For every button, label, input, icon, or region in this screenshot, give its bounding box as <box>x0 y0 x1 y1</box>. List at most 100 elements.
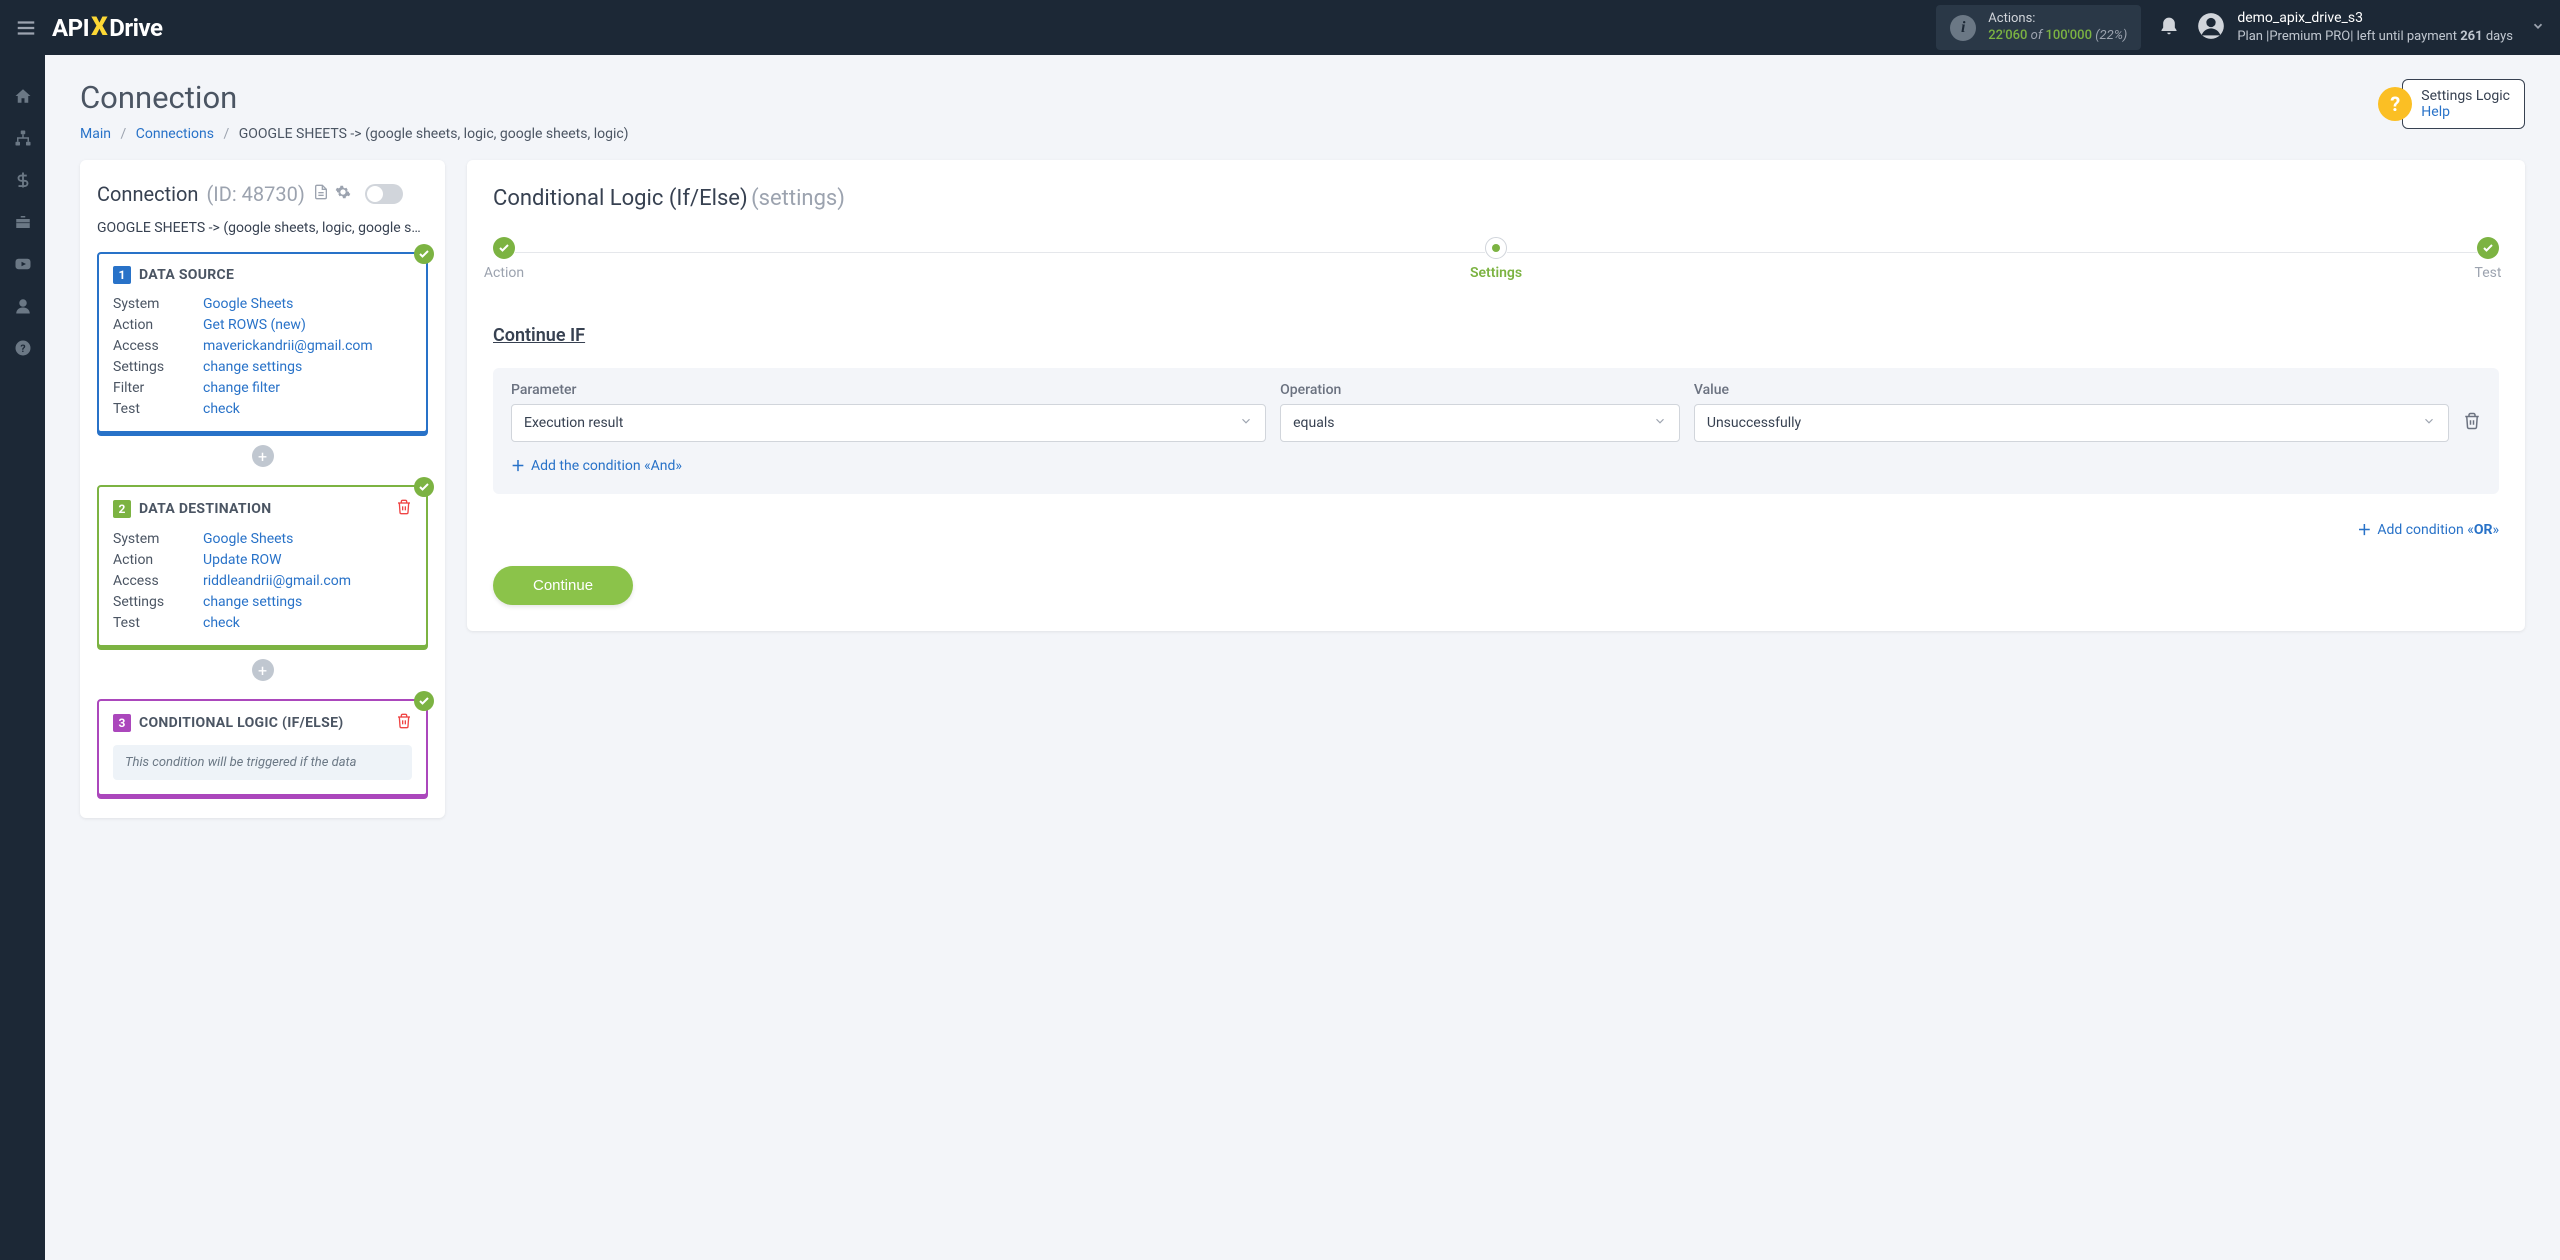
step-label: Settings <box>1470 265 1522 281</box>
logo-prefix: API <box>52 14 89 42</box>
avatar-icon <box>2197 12 2225 44</box>
current-step-icon <box>1485 237 1507 259</box>
action-link[interactable]: Get ROWS (new) <box>203 317 306 333</box>
data-source-block: 1 DATA SOURCE SystemGoogle Sheets Action… <box>97 252 428 433</box>
bell-icon[interactable] <box>2159 16 2179 40</box>
step-action[interactable]: Action <box>493 237 515 267</box>
settings-link[interactable]: change settings <box>203 359 302 375</box>
block-row: ActionGet ROWS (new) <box>113 317 412 333</box>
parameter-select[interactable]: Execution result <box>511 404 1266 442</box>
system-link[interactable]: Google Sheets <box>203 296 293 312</box>
access-link[interactable]: maverickandrii@gmail.com <box>203 338 373 354</box>
filter-link[interactable]: change filter <box>203 380 280 396</box>
page-title: Connection <box>80 79 629 116</box>
settings-link[interactable]: change settings <box>203 594 302 610</box>
continue-button[interactable]: Continue <box>493 566 633 605</box>
sidebar-briefcase-icon[interactable] <box>0 201 45 243</box>
block-row: Settingschange settings <box>113 594 412 610</box>
connection-panel-title: Connection <box>97 182 198 206</box>
value-select[interactable]: Unsuccessfully <box>1694 404 2449 442</box>
actions-counter[interactable]: i Actions: 22'060 of 100'000 (22%) <box>1936 5 2141 51</box>
check-icon <box>2477 237 2499 259</box>
plus-icon: ＋ <box>2357 520 2371 540</box>
logo-suffix: Drive <box>109 14 162 42</box>
value-value: Unsuccessfully <box>1707 415 1801 431</box>
block-row: SystemGoogle Sheets <box>113 296 412 312</box>
connection-subtitle: GOOGLE SHEETS -> (google sheets, logic, … <box>97 220 428 236</box>
block-note: This condition will be triggered if the … <box>113 745 412 780</box>
block-number: 2 <box>113 500 131 518</box>
breadcrumb-connections[interactable]: Connections <box>136 126 214 142</box>
block-row: Filterchange filter <box>113 380 412 396</box>
block-title: DATA DESTINATION <box>139 501 271 517</box>
block-row: Accessmaverickandrii@gmail.com <box>113 338 412 354</box>
add-or-label: Add condition «OR» <box>2377 522 2499 538</box>
add-or-button[interactable]: ＋ Add condition «OR» <box>2357 520 2499 540</box>
breadcrumb-main[interactable]: Main <box>80 126 111 142</box>
action-link[interactable]: Update ROW <box>203 552 282 568</box>
breadcrumb-current: GOOGLE SHEETS -> (google sheets, logic, … <box>239 126 629 142</box>
step-test[interactable]: Test <box>2477 237 2499 267</box>
access-link[interactable]: riddleandrii@gmail.com <box>203 573 351 589</box>
trash-icon[interactable] <box>2463 412 2481 442</box>
sidebar-youtube-icon[interactable] <box>0 243 45 285</box>
actions-pct: (22%) <box>2095 28 2127 43</box>
sidebar-dollar-icon[interactable] <box>0 159 45 201</box>
topbar: API X Drive i Actions: 22'060 of 100'000… <box>0 0 2560 55</box>
step-settings[interactable]: Settings <box>1485 237 1507 267</box>
trash-icon[interactable] <box>396 499 412 519</box>
actions-of: of <box>2031 28 2043 43</box>
sidebar-user-icon[interactable] <box>0 285 45 327</box>
connection-id: (ID: 48730) <box>206 182 304 206</box>
plus-icon: ＋ <box>511 456 525 476</box>
system-link[interactable]: Google Sheets <box>203 531 293 547</box>
block-number: 1 <box>113 266 131 284</box>
test-link[interactable]: check <box>203 401 240 417</box>
svg-text:?: ? <box>20 342 25 355</box>
hamburger-icon[interactable] <box>15 17 37 39</box>
gear-icon[interactable] <box>335 184 351 204</box>
operation-label: Operation <box>1280 382 1680 398</box>
step-indicator: Action Settings Test <box>493 237 2499 267</box>
block-row: Testcheck <box>113 401 412 417</box>
chevron-down-icon <box>1653 414 1667 432</box>
block-row: Accessriddleandrii@gmail.com <box>113 573 412 589</box>
chevron-down-icon[interactable] <box>2531 19 2545 37</box>
trash-icon[interactable] <box>396 713 412 733</box>
user-menu[interactable]: demo_apix_drive_s3 Plan |Premium PRO| le… <box>2197 9 2513 45</box>
block-row: ActionUpdate ROW <box>113 552 412 568</box>
value-label: Value <box>1694 382 2449 398</box>
test-link[interactable]: check <box>203 615 240 631</box>
sidebar-home-icon[interactable] <box>0 75 45 117</box>
breadcrumb: Main / Connections / GOOGLE SHEETS -> (g… <box>80 126 629 142</box>
operation-value: equals <box>1293 415 1334 431</box>
sidebar-help-icon[interactable]: ? <box>0 327 45 369</box>
step-label: Action <box>484 265 524 281</box>
operation-select[interactable]: equals <box>1280 404 1680 442</box>
document-icon[interactable] <box>313 184 329 204</box>
sidebar-network-icon[interactable] <box>0 117 45 159</box>
data-destination-block: 2 DATA DESTINATION SystemGoogle Sheets A… <box>97 485 428 647</box>
continue-if-heading: Continue IF <box>493 325 2499 346</box>
settings-title: Conditional Logic (If/Else) <box>493 186 748 211</box>
parameter-label: Parameter <box>511 382 1266 398</box>
check-icon <box>493 237 515 259</box>
logo[interactable]: API X Drive <box>52 13 162 43</box>
conditional-logic-block: 3 CONDITIONAL LOGIC (IF/ELSE) This condi… <box>97 699 428 796</box>
chevron-down-icon <box>1239 414 1253 432</box>
block-row: Settingschange settings <box>113 359 412 375</box>
add-block-button[interactable]: + <box>252 445 274 467</box>
condition-group: Parameter Execution result Operation equ… <box>493 368 2499 494</box>
settings-title-sub: (settings) <box>751 186 845 211</box>
help-widget: ? Settings Logic Help <box>2378 79 2525 129</box>
help-title: Settings Logic <box>2421 88 2510 104</box>
enable-toggle[interactable] <box>365 184 403 204</box>
add-block-button[interactable]: + <box>252 659 274 681</box>
actions-used: 22'060 <box>1988 28 2027 43</box>
help-link[interactable]: Help <box>2421 104 2450 120</box>
add-and-button[interactable]: ＋ Add the condition «And» <box>511 456 682 476</box>
check-badge-icon <box>414 691 434 711</box>
block-row: Testcheck <box>113 615 412 631</box>
block-row: SystemGoogle Sheets <box>113 531 412 547</box>
check-badge-icon <box>414 477 434 497</box>
